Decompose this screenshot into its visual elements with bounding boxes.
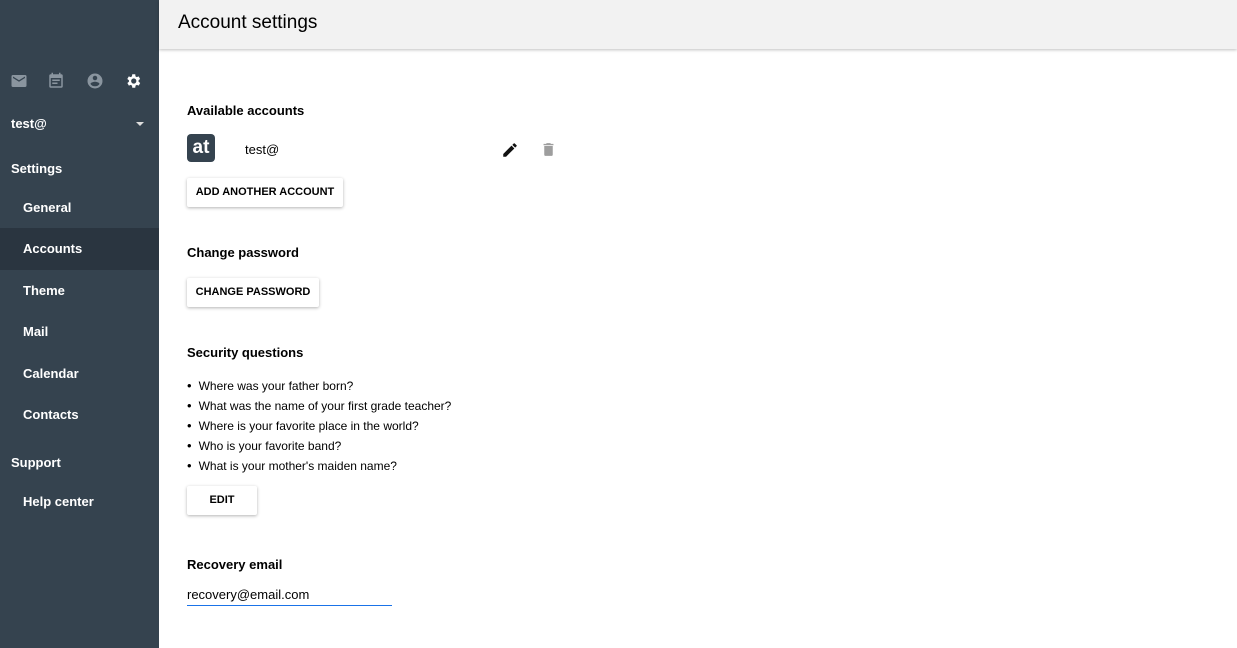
sidebar-item-contacts[interactable]: Contacts [0,394,159,436]
account-logo: at [187,134,215,162]
sidebar-item-help-center[interactable]: Help center [0,481,159,523]
sidebar-item-mail[interactable]: Mail [0,311,159,353]
security-questions-heading: Security questions [187,345,304,360]
sidebar-item-accounts[interactable]: Accounts [0,228,159,270]
mail-icon[interactable] [10,72,30,92]
change-password-button[interactable]: CHANGE PASSWORD [187,278,319,307]
sidebar: test@ Settings General Accounts Theme Ma… [0,0,159,648]
change-password-heading: Change password [187,245,299,260]
list-item: Where is your favorite place in the worl… [187,416,451,436]
page-header: Account settings [159,0,1237,49]
account-switcher[interactable]: test@ [11,116,147,131]
settings-heading: Settings [11,161,63,176]
page-title: Account settings [178,12,318,33]
account-name: test@ [11,116,47,131]
list-item: Who is your favorite band? [187,436,451,456]
edit-icon[interactable] [501,141,519,164]
list-item: Where was your father born? [187,376,451,396]
edit-security-questions-button[interactable]: EDIT [187,486,257,515]
account-name: test@ [245,142,280,157]
sidebar-item-theme[interactable]: Theme [0,270,159,312]
security-questions-list: Where was your father born? What was the… [187,376,452,476]
recovery-email-input[interactable] [187,584,392,606]
chevron-down-icon [136,122,144,126]
available-accounts-heading: Available accounts [187,103,305,118]
settings-icon[interactable] [124,72,144,92]
add-another-account-button[interactable]: ADD ANOTHER ACCOUNT [187,178,343,207]
sidebar-item-calendar[interactable]: Calendar [0,353,159,395]
delete-icon[interactable] [540,141,557,163]
list-item: What was the name of your first grade te… [187,396,452,416]
recovery-email-heading: Recovery email [187,557,283,572]
sidebar-item-general[interactable]: General [0,187,159,229]
calendar-icon[interactable] [47,72,67,92]
support-heading: Support [11,455,61,470]
list-item: What is your mother's maiden name? [187,456,451,476]
contacts-icon[interactable] [86,72,106,92]
